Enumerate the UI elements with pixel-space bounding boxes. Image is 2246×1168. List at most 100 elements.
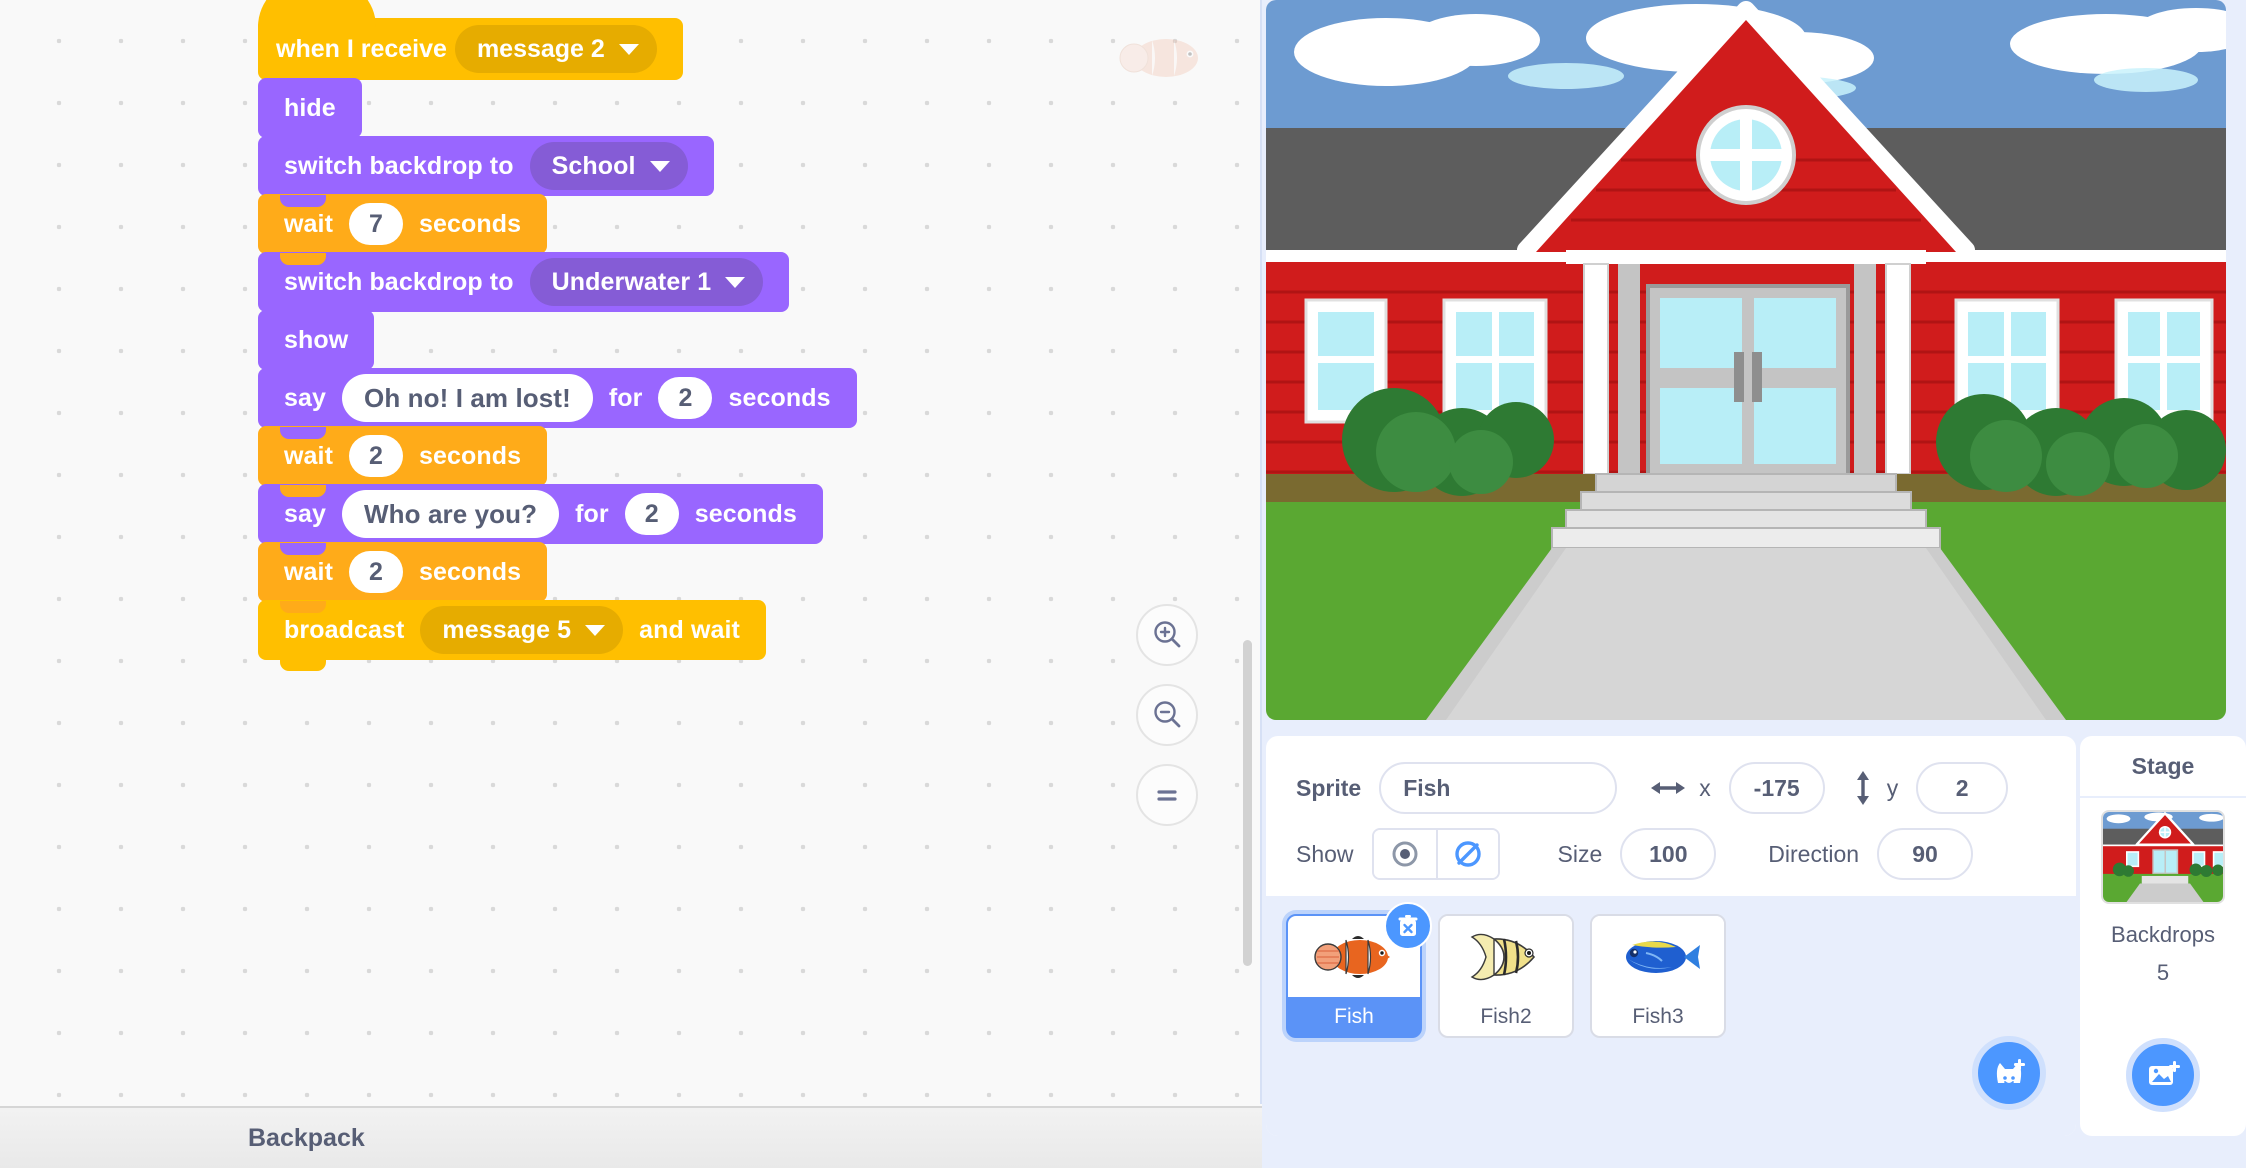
delete-trash-icon — [1398, 915, 1418, 936]
block-when-i-receive[interactable]: when I receive message 2 — [258, 0, 683, 91]
backdrops-count: 5 — [2156, 960, 2170, 985]
sprite-tile-label: Fish3 — [1632, 1004, 1684, 1028]
sprite-info-row-1: Sprite Fish x -175 y 2 — [1296, 762, 2046, 814]
block-label: switch backdrop to — [284, 267, 514, 296]
chevron-down-icon — [618, 43, 639, 55]
input-wait-seconds[interactable]: 7 — [349, 203, 404, 245]
sprite-thumbnail — [1592, 916, 1724, 998]
eye-hidden-icon — [1454, 841, 1481, 867]
show-visible-button[interactable] — [1373, 830, 1436, 878]
chevron-down-icon — [585, 624, 606, 636]
backpack-label: Backpack — [248, 1123, 365, 1152]
chevron-down-icon — [649, 160, 670, 172]
zoom-in-button[interactable] — [1136, 604, 1198, 666]
block-label: wait — [284, 441, 334, 470]
sprite-list[interactable]: Fish Fish2 Fish3 — [1266, 896, 2076, 1136]
stage-display[interactable] — [1266, 0, 2226, 720]
block-label: switch backdrop to — [284, 151, 514, 180]
blue-fish-icon — [1626, 940, 1700, 973]
add-backdrop-image-icon — [2149, 1061, 2180, 1085]
stage-selector-panel[interactable]: Stage Backdrops 5 — [2080, 736, 2246, 1136]
block-label-seconds: seconds — [694, 499, 797, 528]
code-workspace[interactable]: when I receive message 2 hide switch bac… — [0, 0, 1262, 1168]
fish-sprite-watermark-icon — [1108, 28, 1208, 88]
dropdown-message-5[interactable]: message 5 — [420, 606, 624, 654]
zoom-reset-button[interactable] — [1136, 764, 1198, 826]
sprite-thumbnail — [1440, 916, 1572, 998]
direction-input[interactable]: 90 — [1877, 828, 1974, 880]
direction-label: Direction — [1768, 840, 1860, 867]
block-say-oh-no-for-seconds[interactable]: say Oh no! I am lost! for 2 seconds — [258, 368, 857, 439]
input-say-message[interactable]: Oh no! I am lost! — [342, 374, 593, 422]
x-coordinate-group: x -175 — [1651, 762, 1825, 814]
add-sprite-cat-icon — [1996, 1059, 2025, 1085]
dropdown-backdrop-underwater[interactable]: Underwater 1 — [529, 258, 764, 306]
dropdown-backdrop-school[interactable]: School — [529, 142, 688, 190]
block-label-for: for — [575, 499, 609, 528]
sprite-name-input[interactable]: Fish — [1379, 762, 1618, 814]
zoom-controls[interactable] — [1136, 604, 1198, 826]
block-label: say — [284, 383, 327, 412]
horizontal-arrows-icon — [1651, 782, 1686, 794]
block-label-seconds: seconds — [419, 441, 522, 470]
zoom-out-button[interactable] — [1136, 684, 1198, 746]
delete-sprite-button[interactable] — [1384, 902, 1432, 950]
y-input[interactable]: 2 — [1916, 762, 2009, 814]
input-say-message[interactable]: Who are you? — [342, 490, 560, 538]
block-label-seconds: seconds — [419, 557, 522, 586]
dropdown-message-2[interactable]: message 2 — [454, 25, 657, 73]
block-label: wait — [284, 209, 334, 238]
block-label-seconds: seconds — [419, 209, 522, 238]
show-hidden-button[interactable] — [1435, 830, 1498, 878]
y-coordinate-group: y 2 — [1853, 762, 2009, 814]
dropdown-value: School — [551, 151, 636, 180]
block-label-and-wait: and wait — [639, 615, 740, 644]
yellow-fish-icon — [1470, 933, 1536, 980]
add-sprite-button[interactable] — [1972, 1036, 2046, 1110]
add-backdrop-button[interactable] — [2126, 1038, 2200, 1112]
zoom-out-icon — [1154, 701, 1181, 728]
eye-show-icon — [1392, 841, 1418, 867]
block-switch-backdrop-underwater[interactable]: switch backdrop to Underwater 1 — [258, 252, 790, 323]
sprite-tile-fish2[interactable]: Fish2 — [1438, 914, 1574, 1038]
dropdown-value: message 2 — [476, 34, 605, 63]
backpack-bar[interactable]: Backpack — [0, 1106, 1262, 1168]
x-label: x — [1699, 774, 1711, 801]
size-label: Size — [1557, 840, 1603, 867]
size-input[interactable]: 100 — [1620, 828, 1717, 880]
y-label: y — [1886, 774, 1899, 801]
sprite-tile-fish3[interactable]: Fish3 — [1590, 914, 1726, 1038]
stage-column: Sprite Fish x -175 y 2 Show Size 100 Dir… — [1262, 0, 2246, 1168]
block-label: when I receive — [276, 34, 447, 63]
block-label: hide — [284, 93, 336, 122]
block-label: broadcast — [284, 615, 405, 644]
dropdown-value: message 5 — [442, 615, 572, 644]
sprite-tile-fish[interactable]: Fish — [1286, 902, 1432, 1038]
block-label: wait — [284, 557, 334, 586]
show-label: Show — [1296, 840, 1354, 867]
zoom-reset-icon — [1157, 790, 1177, 801]
sprite-tile-label: Fish2 — [1480, 1004, 1532, 1028]
block-hide[interactable]: hide — [258, 78, 362, 149]
block-switch-backdrop-school[interactable]: switch backdrop to School — [258, 136, 714, 207]
x-input[interactable]: -175 — [1728, 762, 1825, 814]
code-vertical-scrollbar[interactable] — [1243, 640, 1252, 966]
input-say-seconds[interactable]: 2 — [624, 493, 679, 535]
script-stack[interactable]: when I receive message 2 hide switch bac… — [258, 0, 857, 671]
sprite-info-row-2: Show Size 100 Direction 90 — [1296, 828, 2046, 880]
input-wait-seconds[interactable]: 2 — [349, 435, 404, 477]
zoom-in-icon — [1154, 621, 1181, 648]
stage-backdrop-thumbnail[interactable] — [2101, 810, 2225, 904]
block-broadcast-and-wait[interactable]: broadcast message 5 and wait — [258, 600, 766, 671]
sprite-info-panel: Sprite Fish x -175 y 2 Show Size 100 Dir… — [1266, 736, 2076, 896]
stage-panel-title: Stage — [2080, 736, 2246, 798]
stage-thumbnail-image — [2103, 812, 2223, 902]
block-label: show — [284, 325, 349, 354]
sprite-tile-label: Fish — [1334, 1004, 1374, 1028]
show-toggle-group[interactable] — [1371, 828, 1500, 880]
vertical-arrows-icon — [1856, 771, 1869, 805]
dropdown-value: Underwater 1 — [551, 267, 712, 296]
input-say-seconds[interactable]: 2 — [658, 377, 713, 419]
input-wait-seconds[interactable]: 2 — [349, 551, 404, 593]
block-say-who-are-you-for-seconds[interactable]: say Who are you? for 2 seconds — [258, 484, 823, 555]
